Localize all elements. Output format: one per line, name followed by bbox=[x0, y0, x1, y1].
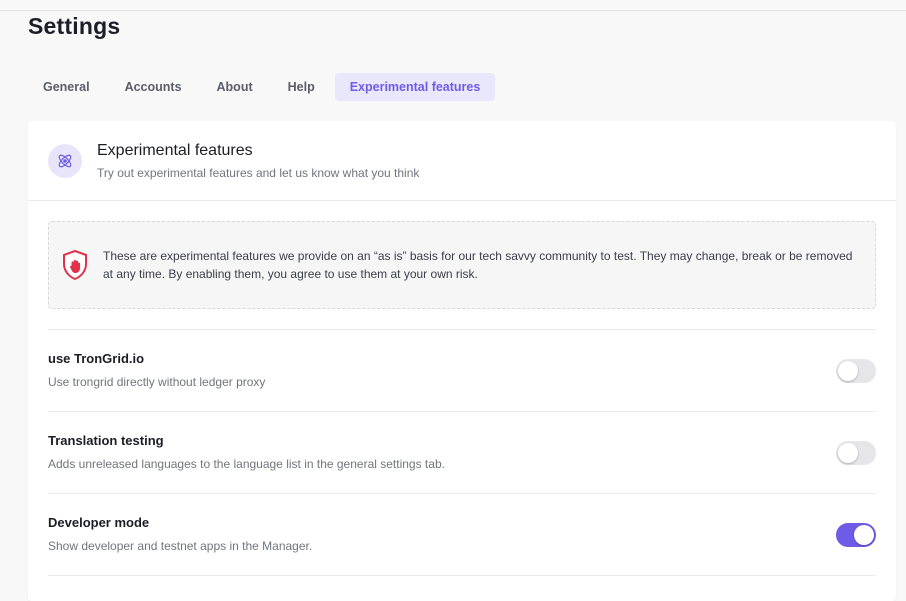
tab-help[interactable]: Help bbox=[273, 73, 330, 101]
feature-row-developer-mode: Developer mode Show developer and testne… bbox=[48, 493, 876, 575]
shield-hand-icon bbox=[61, 249, 89, 281]
section-title: Experimental features bbox=[97, 142, 253, 159]
feature-row-translation-testing: Translation testing Adds unreleased lang… bbox=[48, 411, 876, 493]
divider bbox=[48, 575, 876, 576]
atom-icon bbox=[48, 144, 82, 178]
toggle-knob bbox=[838, 361, 858, 381]
tab-experimental-features[interactable]: Experimental features bbox=[334, 73, 496, 101]
toggle-knob bbox=[838, 443, 858, 463]
feature-row-trongrid: use TronGrid.io Use trongrid directly wi… bbox=[48, 329, 876, 411]
feature-description: Adds unreleased languages to the languag… bbox=[48, 457, 445, 471]
experimental-features-panel: Experimental features Try out experiment… bbox=[28, 121, 896, 601]
tab-accounts[interactable]: Accounts bbox=[110, 73, 197, 101]
translation-testing-toggle[interactable] bbox=[836, 441, 876, 465]
tab-about[interactable]: About bbox=[202, 73, 268, 101]
disclaimer-text: These are experimental features we provi… bbox=[103, 249, 853, 281]
developer-mode-toggle[interactable] bbox=[836, 523, 876, 547]
page-title: Settings bbox=[28, 13, 121, 39]
trongrid-toggle[interactable] bbox=[836, 359, 876, 383]
feature-description: Show developer and testnet apps in the M… bbox=[48, 539, 313, 553]
feature-title: use TronGrid.io bbox=[48, 351, 145, 366]
feature-title: Developer mode bbox=[48, 515, 150, 530]
settings-tabs: General Accounts About Help Experimental… bbox=[28, 73, 500, 101]
feature-description: Use trongrid directly without ledger pro… bbox=[48, 375, 266, 389]
section-description: Try out experimental features and let us… bbox=[97, 166, 420, 180]
tab-general[interactable]: General bbox=[28, 73, 105, 101]
section-header: Experimental features Try out experiment… bbox=[28, 121, 896, 201]
disclaimer-box: These are experimental features we provi… bbox=[48, 221, 876, 309]
toggle-knob bbox=[854, 525, 874, 545]
feature-title: Translation testing bbox=[48, 433, 164, 448]
top-bar bbox=[0, 0, 906, 11]
